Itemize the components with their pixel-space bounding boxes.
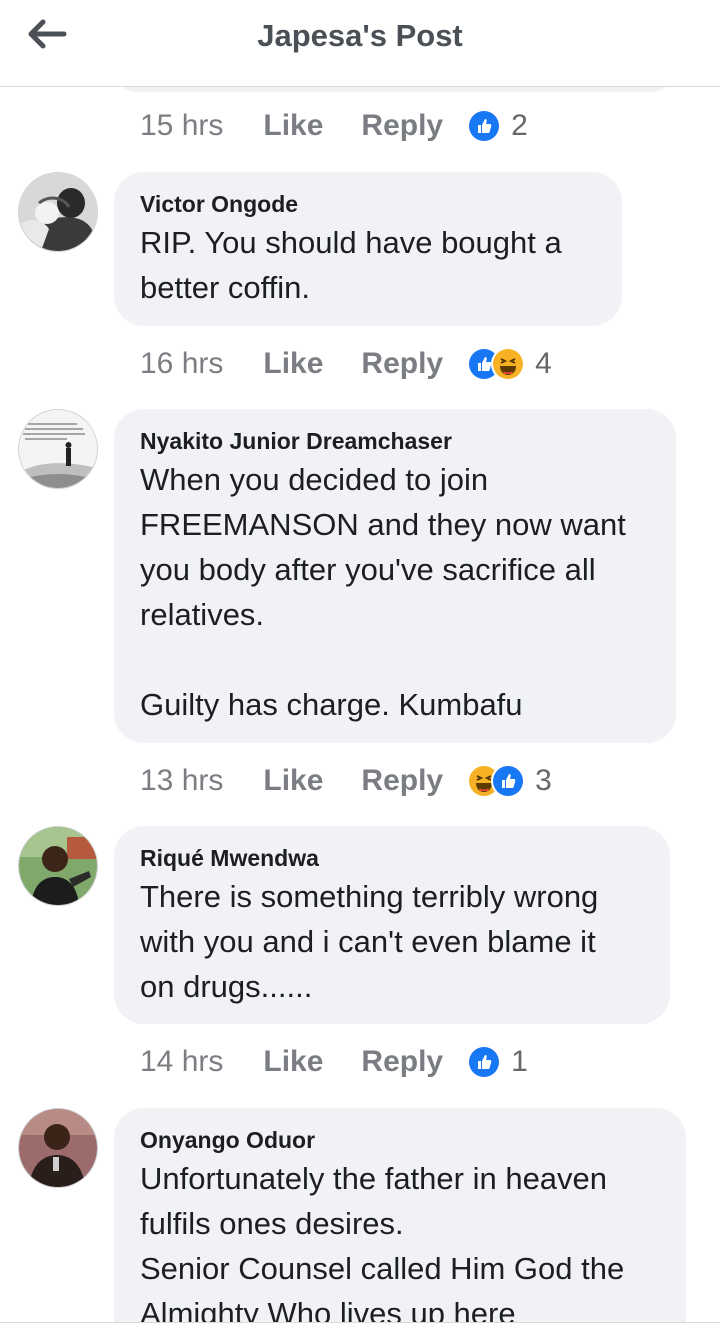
reaction-count: 2	[511, 109, 528, 142]
top-bar: Japesa's Post	[0, 0, 720, 87]
like-button[interactable]: Like	[263, 109, 323, 143]
comment-time: 13 hrs	[140, 764, 224, 797]
comment-text: When you decided to join	[140, 462, 489, 497]
comment-meta-row: 15 hrs Like Reply 2	[140, 102, 528, 150]
comment-text: on drugs......	[140, 969, 313, 1004]
comment-bubble[interactable]: Victor Ongode RIP. You should have bough…	[114, 172, 622, 326]
like-reaction-icon	[469, 111, 500, 141]
comment-text: Unfortunately the father in heaven	[140, 1161, 608, 1196]
avatar[interactable]	[18, 1108, 98, 1188]
comment-time: 16 hrs	[140, 347, 224, 380]
comment-text: Guilty has charge. Kumbafu	[140, 687, 523, 722]
reply-button[interactable]: Reply	[361, 764, 443, 798]
page-title: Japesa's Post	[257, 18, 463, 53]
reaction-count: 1	[511, 1045, 528, 1078]
comment-text: FREEMANSON and they now want	[140, 507, 626, 542]
comment-author[interactable]: Nyakito Junior Dreamchaser	[140, 425, 650, 457]
comment-text: There is something terribly wrong	[140, 879, 599, 914]
comment-time: 15 hrs	[140, 109, 224, 142]
comment-text: Almighty Who lives up here	[140, 1296, 516, 1322]
reply-button[interactable]: Reply	[361, 109, 443, 143]
reactions-summary[interactable]: 1	[469, 1045, 528, 1079]
comment-text: Senior Counsel called Him God the	[140, 1251, 625, 1286]
comment-meta-row: 13 hrs Like Reply 3	[140, 757, 552, 805]
haha-reaction-icon	[493, 349, 524, 379]
bottom-edge	[0, 1322, 720, 1333]
comment-text: fulfils ones desires.	[140, 1206, 404, 1241]
comment-bubble[interactable]: Onyango Oduor Unfortunately the father i…	[114, 1108, 686, 1322]
comment-bubble[interactable]: Riqué Mwendwa There is something terribl…	[114, 826, 670, 1024]
comment-meta-row: 14 hrs Like Reply 1	[140, 1038, 528, 1086]
comment-text: with you and i can't even blame it	[140, 924, 596, 959]
reaction-count: 4	[535, 347, 552, 380]
reply-button[interactable]: Reply	[361, 1045, 443, 1079]
comment-text: better coffin.	[140, 270, 311, 305]
avatar[interactable]	[18, 172, 98, 252]
comment-bubble[interactable]: Nyakito Junior Dreamchaser When you deci…	[114, 409, 676, 743]
reply-button[interactable]: Reply	[361, 347, 443, 381]
like-reaction-icon	[469, 1047, 500, 1077]
comments-feed[interactable]: 15 hrs Like Reply 2 Victor Ongode RIP. Y…	[0, 86, 720, 1322]
comment-author[interactable]: Riqué Mwendwa	[140, 842, 644, 874]
comment-text: RIP. You should have bought a	[140, 225, 562, 260]
like-button[interactable]: Like	[263, 1045, 323, 1079]
avatar[interactable]	[18, 826, 98, 906]
avatar[interactable]	[18, 409, 98, 489]
reactions-summary[interactable]: 2	[469, 109, 528, 143]
like-button[interactable]: Like	[263, 347, 323, 381]
reaction-count: 3	[535, 764, 552, 797]
comment-text: relatives.	[140, 597, 265, 632]
comment-author[interactable]: Victor Ongode	[140, 188, 596, 220]
like-button[interactable]: Like	[263, 764, 323, 798]
comment-author[interactable]: Onyango Oduor	[140, 1124, 660, 1156]
reactions-summary[interactable]: 4	[469, 347, 552, 381]
comment-text: you body after you've sacrifice all	[140, 552, 596, 587]
like-reaction-icon	[493, 766, 524, 796]
comment-time: 14 hrs	[140, 1045, 224, 1078]
reactions-summary[interactable]: 3	[469, 764, 552, 798]
comment-meta-row: 16 hrs Like Reply 4	[140, 340, 552, 388]
